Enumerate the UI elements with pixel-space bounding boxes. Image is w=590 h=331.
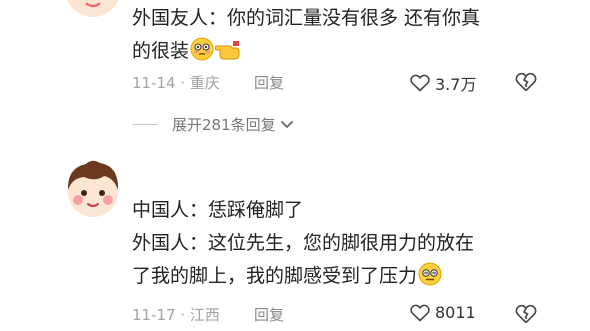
chevron-down-icon xyxy=(280,116,294,134)
dislike-button[interactable] xyxy=(515,304,537,328)
reply-button[interactable]: 回复 xyxy=(254,72,284,93)
comment-line: 外国人：这位先生，您的脚很用力的放在 xyxy=(132,232,475,254)
comment-item: 中国人：恁踩俺脚了 外国人：这位先生，您的脚很用力的放在 了我的脚上，我的脚感受… xyxy=(0,148,590,331)
comment-line: 外国友人：你的词汇量没有很多 还有你真 xyxy=(132,7,481,29)
dizzy-face-icon xyxy=(418,262,442,297)
comment-date-location: 11-17 · 江西 xyxy=(132,306,220,324)
comment-line-with-emoji: 了我的脚上，我的脚感受到了压力 xyxy=(132,260,572,297)
heart-icon xyxy=(410,304,430,321)
avatar[interactable] xyxy=(62,0,124,20)
comment-line-text: 的很装 xyxy=(132,40,190,62)
like-count: 8011 xyxy=(435,303,476,322)
hand-pointing-icon xyxy=(214,37,241,72)
like-button[interactable]: 8011 xyxy=(410,303,476,322)
divider-line xyxy=(132,124,158,125)
comment-text: 中国人：恁踩俺脚了 外国人：这位先生，您的脚很用力的放在 了我的脚上，我的脚感受… xyxy=(132,194,572,297)
comment-meta: 11-17 · 江西 回复 8011 xyxy=(132,303,552,328)
comment-line: 中国人：恁踩俺脚了 xyxy=(132,199,304,221)
user-avatar-icon xyxy=(67,0,119,17)
expand-replies-button[interactable]: 展开281条回复 xyxy=(132,114,294,135)
broken-heart-icon xyxy=(515,72,537,92)
reply-button[interactable]: 回复 xyxy=(254,304,284,325)
comment-date-location: 11-14 · 重庆 xyxy=(132,74,220,92)
comment-line-with-emoji: 的很装 xyxy=(132,35,572,72)
comment-item: 外国友人：你的词汇量没有很多 还有你真 的很装 11-14 · 重庆 回复 3.… xyxy=(0,0,590,145)
expand-replies-label: 展开281条回复 xyxy=(172,116,276,134)
heart-icon xyxy=(410,74,430,92)
avatar[interactable] xyxy=(62,156,124,218)
like-button[interactable]: 3.7万 xyxy=(410,71,476,95)
comment-text: 外国友人：你的词汇量没有很多 还有你真 的很装 xyxy=(132,2,572,72)
comment-line-text: 了我的脚上，我的脚感受到了压力 xyxy=(132,265,418,287)
comment-meta: 11-14 · 重庆 回复 3.7万 xyxy=(132,72,552,96)
cartoon-boy-avatar-icon xyxy=(67,160,119,217)
flushed-face-icon xyxy=(190,37,214,72)
dislike-button[interactable] xyxy=(515,72,537,96)
like-count: 3.7万 xyxy=(435,75,477,94)
broken-heart-icon xyxy=(515,304,537,324)
